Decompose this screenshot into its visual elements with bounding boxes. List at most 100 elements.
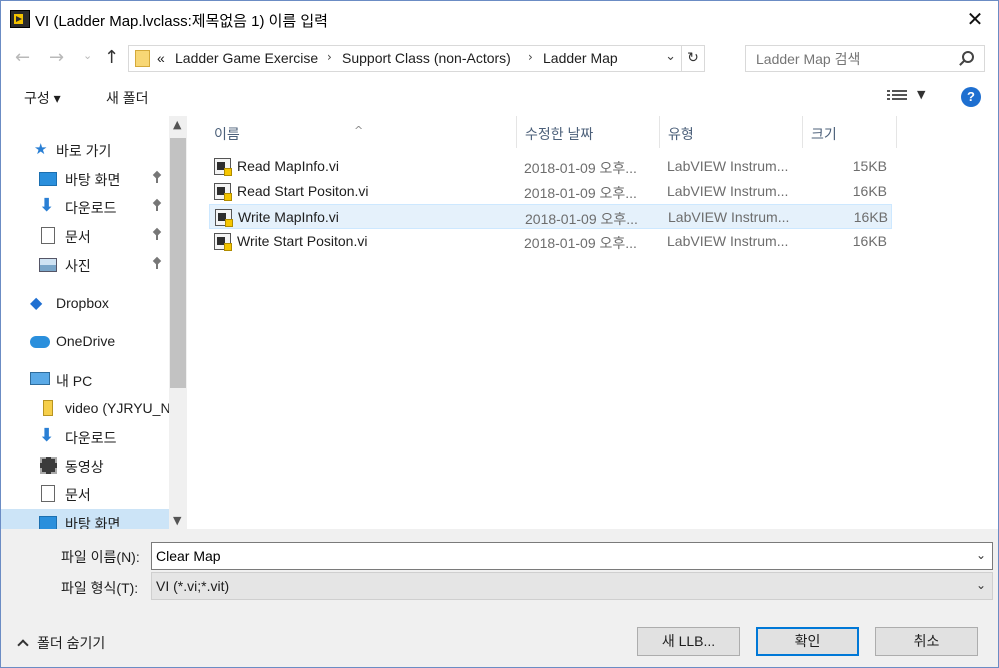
search-icon[interactable] xyxy=(962,51,974,63)
pin-icon xyxy=(153,258,161,269)
view-options-dropdown-icon[interactable]: ▼ xyxy=(917,88,925,101)
nav-this-pc-label: 내 PC xyxy=(56,373,93,389)
nav-item-label: 다운로드 xyxy=(65,430,117,446)
onedrive-cloud-icon xyxy=(30,336,50,348)
nav-item-documents[interactable]: 문서 xyxy=(1,222,169,249)
file-row[interactable]: Write MapInfo.vi 2018-01-09 오후... LabVIE… xyxy=(209,204,892,229)
nav-scrollbar[interactable]: ▲ ▼ xyxy=(169,116,187,529)
nav-item-video-drive[interactable]: video (YJRYU_N/ xyxy=(1,395,169,422)
help-icon[interactable]: ? xyxy=(961,87,981,107)
file-name: Read Start Positon.vi xyxy=(237,183,369,199)
column-header-date[interactable]: 수정한 날짜 xyxy=(516,116,659,148)
cancel-button[interactable]: 취소 xyxy=(875,627,978,656)
nav-item-pc-desktop[interactable]: 바탕 화면 xyxy=(1,509,169,529)
nav-item-label: 문서 xyxy=(65,229,91,245)
nav-dropbox-label: Dropbox xyxy=(56,295,109,311)
title-bar: VI (Ladder Map.lvclass:제목없음 1) 이름 입력 ✕ xyxy=(1,1,998,37)
nav-onedrive-label: OneDrive xyxy=(56,333,116,349)
view-details-icon[interactable] xyxy=(887,90,907,104)
desktop-icon xyxy=(39,172,57,186)
file-row[interactable]: Read MapInfo.vi 2018-01-09 오후... LabVIEW… xyxy=(209,154,892,179)
file-list: 이름 ^ 수정한 날짜 유형 크기 Read MapInfo.vi 2018-0… xyxy=(191,116,998,529)
back-arrow-icon[interactable]: ← xyxy=(15,47,30,68)
refresh-icon[interactable]: ↻ xyxy=(681,46,704,71)
file-date: 2018-01-09 오후... xyxy=(524,185,637,201)
file-date: 2018-01-09 오후... xyxy=(525,211,638,227)
nav-item-label: 바탕 화면 xyxy=(65,172,121,188)
close-button[interactable]: ✕ xyxy=(952,1,998,37)
breadcrumb-ladder-map[interactable]: Ladder Map xyxy=(543,50,618,66)
file-name: Write MapInfo.vi xyxy=(238,209,339,225)
file-size: 16KB xyxy=(853,209,888,225)
filetype-value: VI (*.vi;*.vit) xyxy=(156,578,230,594)
star-icon: ★ xyxy=(34,140,48,158)
navigation-pane: ★ 바로 가기 바탕 화면 ⬇ 다운로드 문서 사진 ◆ Dropbox One… xyxy=(1,116,188,529)
labview-vi-icon xyxy=(214,233,232,251)
nav-this-pc[interactable]: 내 PC xyxy=(1,366,169,393)
file-type: LabVIEW Instrum... xyxy=(667,158,789,174)
breadcrumb-ladder-game-exercise[interactable]: Ladder Game Exercise xyxy=(175,50,318,66)
nav-item-label: 문서 xyxy=(65,487,91,503)
nav-item-label: 동영상 xyxy=(65,459,104,475)
address-history-dropdown-icon[interactable]: ⌄ xyxy=(665,49,676,64)
scroll-up-arrow-icon[interactable]: ▲ xyxy=(173,118,181,131)
file-type: LabVIEW Instrum... xyxy=(668,209,790,225)
column-header-label: 이름 xyxy=(214,126,240,142)
nav-item-pc-downloads[interactable]: ⬇ 다운로드 xyxy=(1,423,169,450)
forward-arrow-icon[interactable]: → xyxy=(49,47,64,68)
column-header-type[interactable]: 유형 xyxy=(659,116,802,148)
nav-item-pictures[interactable]: 사진 xyxy=(1,251,169,278)
column-header-size[interactable]: 크기 xyxy=(802,116,897,148)
filetype-label: 파일 형식(T): xyxy=(61,580,139,596)
download-icon: ⬇ xyxy=(39,425,55,446)
new-llb-button[interactable]: 새 LLB... xyxy=(637,627,740,656)
breadcrumb-support-class[interactable]: Support Class (non-Actors) xyxy=(342,50,511,66)
filename-dropdown-icon[interactable]: ⌄ xyxy=(976,548,986,562)
up-arrow-icon[interactable]: ↑ xyxy=(104,47,119,68)
labview-vi-icon xyxy=(214,183,232,201)
labview-app-icon xyxy=(10,10,30,28)
usb-drive-icon xyxy=(43,400,53,416)
scrollbar-thumb[interactable] xyxy=(170,138,186,388)
recent-locations-chevron-icon[interactable]: ⌄ xyxy=(83,49,92,62)
nav-item-videos[interactable]: 동영상 xyxy=(1,452,169,479)
column-header-label: 수정한 날짜 xyxy=(525,126,594,142)
file-name: Write Start Positon.vi xyxy=(237,233,368,249)
nav-item-downloads[interactable]: ⬇ 다운로드 xyxy=(1,193,169,220)
search-input[interactable] xyxy=(746,46,956,71)
search-box xyxy=(745,45,985,72)
file-type: LabVIEW Instrum... xyxy=(667,233,789,249)
file-size: 16KB xyxy=(852,183,887,199)
nav-item-label: 바탕 화면 xyxy=(65,516,121,529)
filename-label: 파일 이름(N): xyxy=(61,549,140,565)
file-row[interactable]: Write Start Positon.vi 2018-01-09 오후... … xyxy=(209,229,892,254)
address-bar[interactable]: « Ladder Game Exercise › Support Class (… xyxy=(128,45,705,72)
filetype-select[interactable]: VI (*.vi;*.vit) ⌄ xyxy=(151,572,993,600)
video-icon xyxy=(40,457,57,474)
nav-quick-access[interactable]: ★ 바로 가기 xyxy=(1,136,169,163)
ok-button[interactable]: 확인 xyxy=(756,627,859,656)
document-icon xyxy=(41,485,55,502)
organize-menu-button[interactable]: 구성 ▾ xyxy=(24,88,61,108)
picture-icon xyxy=(39,258,57,272)
nav-item-label: 사진 xyxy=(65,258,91,274)
nav-item-label: 다운로드 xyxy=(65,200,117,216)
breadcrumb-separator-icon[interactable]: › xyxy=(327,50,332,64)
command-bar: 구성 ▾ 새 폴더 ▼ ? xyxy=(1,79,998,115)
file-row[interactable]: Read Start Positon.vi 2018-01-09 오후... L… xyxy=(209,179,892,204)
breadcrumb-overflow[interactable]: « xyxy=(157,50,165,66)
desktop-icon xyxy=(39,516,57,529)
filename-combobox: ⌄ xyxy=(151,542,993,570)
chevron-up-icon xyxy=(17,639,29,651)
nav-item-desktop[interactable]: 바탕 화면 xyxy=(1,165,169,192)
new-folder-button[interactable]: 새 폴더 xyxy=(106,88,149,108)
column-header-name[interactable]: 이름 ^ xyxy=(191,116,516,148)
hide-folders-toggle[interactable]: 폴더 숨기기 xyxy=(15,633,105,653)
nav-item-pc-documents[interactable]: 문서 xyxy=(1,480,169,507)
scroll-down-arrow-icon[interactable]: ▼ xyxy=(173,514,181,527)
filename-input[interactable] xyxy=(152,543,952,569)
file-date: 2018-01-09 오후... xyxy=(524,160,637,176)
nav-onedrive[interactable]: OneDrive xyxy=(1,328,169,355)
nav-dropbox[interactable]: ◆ Dropbox xyxy=(1,290,169,317)
breadcrumb-separator-icon[interactable]: › xyxy=(528,50,533,64)
